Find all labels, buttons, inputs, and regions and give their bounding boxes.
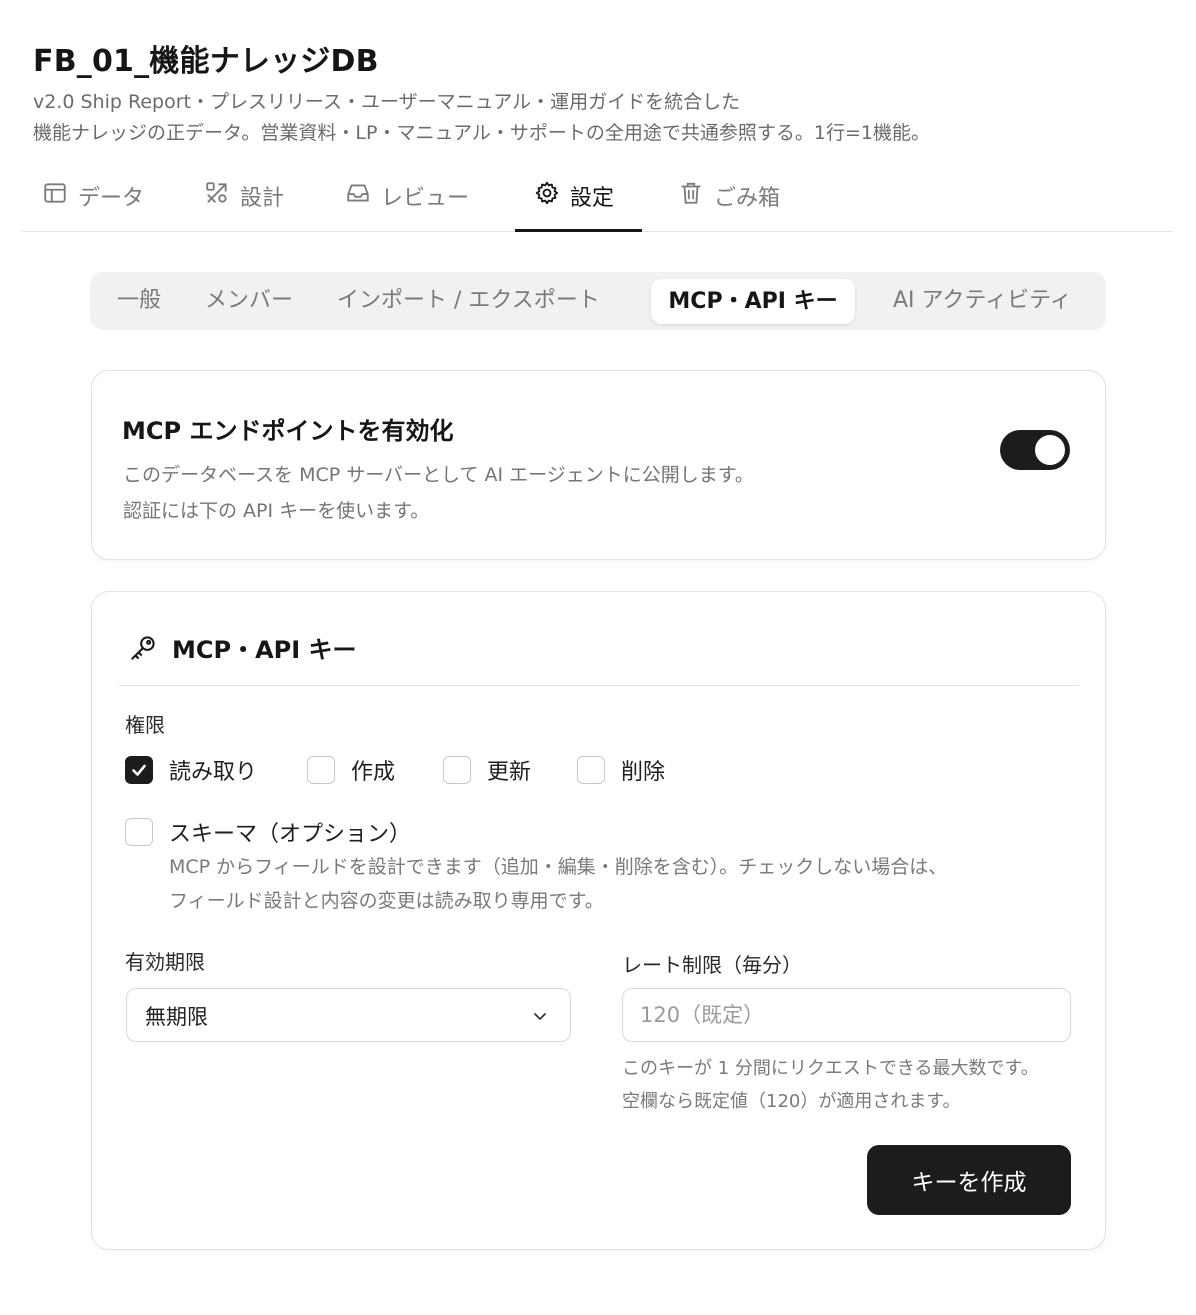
subtab-import-export[interactable]: インポート / エクスポート [337, 272, 600, 330]
description-line-2: 機能ナレッジの正データ。営業資料・LP・マニュアル・サポートの全用途で共通参照す… [33, 122, 931, 144]
expiry-select[interactable]: 無期限 [126, 988, 571, 1042]
permission-read-label: 読み取り [169, 760, 258, 785]
inbox-icon [345, 180, 371, 206]
permission-update-checkbox[interactable]: 更新 [443, 754, 531, 786]
tab-trash-label: ごみ箱 [714, 186, 781, 211]
tab-settings[interactable]: 設定 [534, 168, 614, 232]
subtab-ai-activity[interactable]: AI アクティビティ [893, 272, 1072, 330]
permission-schema-checkbox[interactable]: スキーマ（オプション） [125, 816, 411, 848]
permission-update-label: 更新 [487, 760, 532, 785]
schema-description: MCP からフィールドを設計できます（追加・編集・削除を含む）。チェックしない場… [169, 850, 1069, 918]
permission-schema-label: スキーマ（オプション） [169, 822, 412, 847]
permission-create-checkbox[interactable]: 作成 [307, 754, 395, 786]
tab-review[interactable]: レビュー [345, 168, 469, 232]
subtab-general[interactable]: 一般 [117, 272, 161, 330]
tab-data[interactable]: データ [42, 168, 144, 232]
key-icon [128, 633, 158, 663]
mcp-endpoint-desc-line-2: 認証には下の API キーを使います。 [123, 500, 430, 522]
settings-page: FB_01_機能ナレッジDB v2.0 Ship Report・プレスリリース・… [0, 0, 1196, 1315]
trash-icon [678, 180, 704, 206]
toggle-knob [1035, 435, 1065, 465]
permission-delete-label: 削除 [621, 760, 666, 785]
schema-desc-line-2: フィールド設計と内容の変更は読み取り専用です。 [169, 890, 604, 912]
api-key-header: MCP・API キー [128, 630, 357, 665]
expiry-label: 有効期限 [125, 950, 205, 974]
checkbox-box [125, 818, 153, 846]
tools-icon [204, 180, 230, 206]
active-tab-indicator [515, 229, 642, 232]
schema-desc-line-1: MCP からフィールドを設計できます（追加・編集・削除を含む）。チェックしない場… [169, 856, 948, 878]
subtab-mcp-api-keys[interactable]: MCP・API キー [651, 279, 855, 324]
table-icon [42, 180, 68, 206]
settings-subtab-bar: 一般 メンバー インポート / エクスポート MCP・API キー AI アクテ… [90, 272, 1106, 330]
main-tab-bar: データ 設計 レビュー 設定 ごみ箱 [22, 168, 1173, 232]
rate-limit-label: レート制限（毎分） [622, 953, 802, 977]
api-key-card: MCP・API キー 権限 読み取り 作成 更新 削除 スキーマ（オプション） … [91, 591, 1106, 1250]
rate-limit-help: このキーが 1 分間にリクエストできる最大数です。 空欄なら既定値（120）が適… [622, 1052, 1039, 1118]
divider [119, 685, 1079, 686]
gear-icon [534, 180, 560, 206]
tab-trash[interactable]: ごみ箱 [678, 168, 780, 232]
rate-limit-input[interactable] [622, 988, 1071, 1042]
page-description: v2.0 Ship Report・プレスリリース・ユーザーマニュアル・運用ガイド… [33, 87, 1133, 149]
checkbox-box [577, 756, 605, 784]
checkbox-box [307, 756, 335, 784]
create-key-button[interactable]: キーを作成 [867, 1145, 1071, 1215]
chevron-down-icon [530, 1006, 550, 1026]
mcp-endpoint-title: MCP エンドポイントを有効化 [122, 417, 454, 445]
expiry-selected-value: 無期限 [145, 1005, 208, 1029]
permission-read-checkbox[interactable]: 読み取り [125, 754, 257, 786]
checkbox-box [125, 756, 153, 784]
mcp-endpoint-card: MCP エンドポイントを有効化 このデータベースを MCP サーバーとして AI… [91, 370, 1106, 560]
tab-design[interactable]: 設計 [204, 168, 284, 232]
permission-delete-checkbox[interactable]: 削除 [577, 754, 665, 786]
rate-help-line-2: 空欄なら既定値（120）が適用されます。 [622, 1091, 961, 1112]
tab-settings-label: 設定 [570, 186, 615, 211]
api-key-title: MCP・API キー [172, 636, 357, 664]
checkbox-box [443, 756, 471, 784]
page-title: FB_01_機能ナレッジDB [33, 44, 379, 79]
subtab-members[interactable]: メンバー [205, 272, 293, 330]
tab-review-label: レビュー [381, 186, 470, 211]
rate-help-line-1: このキーが 1 分間にリクエストできる最大数です。 [622, 1058, 1039, 1079]
tab-design-label: 設計 [240, 186, 285, 211]
permissions-label: 権限 [125, 713, 165, 737]
mcp-endpoint-description: このデータベースを MCP サーバーとして AI エージェントに公開します。 認… [123, 457, 754, 529]
mcp-endpoint-toggle[interactable] [1000, 430, 1070, 470]
permission-create-label: 作成 [351, 760, 396, 785]
mcp-endpoint-desc-line-1: このデータベースを MCP サーバーとして AI エージェントに公開します。 [123, 464, 754, 486]
description-line-1: v2.0 Ship Report・プレスリリース・ユーザーマニュアル・運用ガイド… [33, 91, 741, 113]
tab-data-label: データ [78, 186, 145, 211]
